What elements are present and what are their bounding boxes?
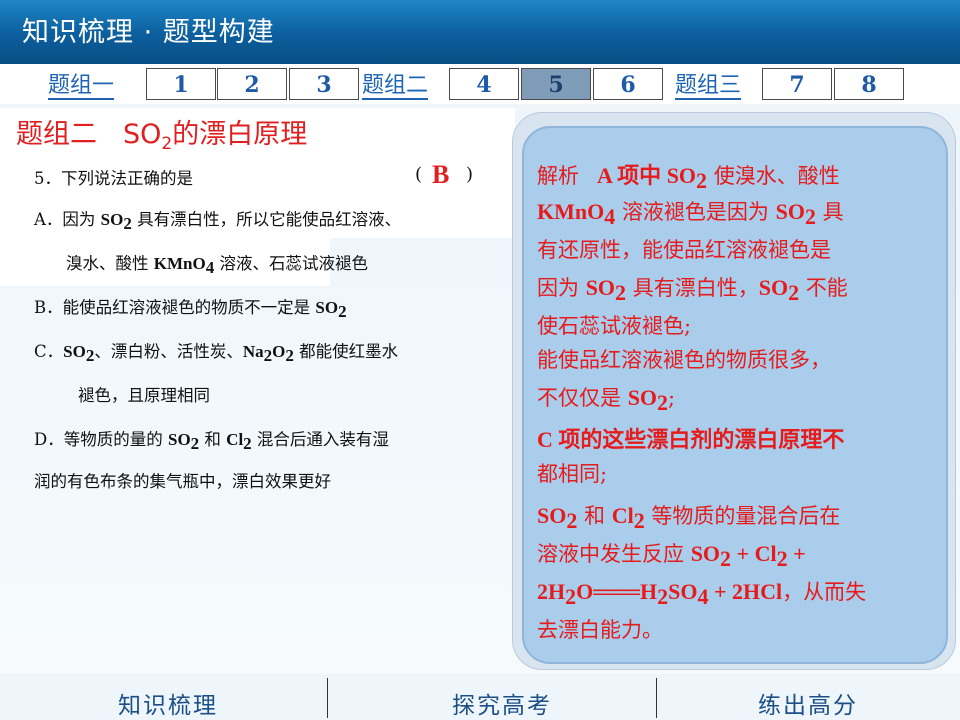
option-a-line1[interactable]: A．因为 SO2 具有漂白性，所以它能使品红溶液、 (34, 206, 401, 234)
analysis-line-6: 能使品红溶液褪色的物质很多， (537, 348, 831, 372)
section-suffix: 的漂白原理 (172, 119, 308, 150)
analysis-line-8: C 项的这些漂白剂的漂白原理不 (537, 427, 845, 452)
section-formula-subscript: 2 (161, 134, 173, 154)
footer-divider-2 (656, 678, 657, 718)
section-formula: SO (123, 119, 162, 150)
analysis-line-4: 因为 SO2 具有漂白性，SO2 不能 (537, 275, 848, 306)
question-button-4[interactable]: 4 (449, 68, 519, 100)
option-c-line2: 褪色，且原理相同 (78, 386, 210, 405)
question-button-6[interactable]: 6 (593, 68, 663, 100)
analysis-line-11: 溶液中发生反应 SO2 + Cl2 + (537, 541, 806, 572)
answer-paren-close: ) (466, 164, 474, 185)
question-button-2[interactable]: 2 (217, 68, 287, 100)
analysis-line-3: 有还原性，能使品红溶液褪色是 (537, 238, 831, 262)
question-button-7[interactable]: 7 (762, 68, 832, 100)
analysis-line-10: SO2 和 Cl2 等物质的量混合后在 (537, 503, 841, 534)
question-button-8[interactable]: 8 (834, 68, 904, 100)
group-one-link[interactable]: 题组一 (48, 74, 115, 100)
question-stem: 5．下列说法正确的是 (34, 165, 193, 189)
analysis-line-12: 2H2O═══H2SO4 + 2HCl，从而失 (537, 579, 867, 610)
group-three-link[interactable]: 题组三 (675, 74, 742, 100)
page-title: 知识梳理 · 题型构建 (22, 17, 275, 48)
group-two-link[interactable]: 题组二 (362, 74, 429, 100)
answer-letter: B (432, 160, 450, 189)
question-button-1[interactable]: 1 (146, 68, 216, 100)
header-bar: 知识梳理 · 题型构建 (0, 0, 960, 62)
option-b[interactable]: B．能使品红溶液褪色的物质不一定是 SO2 (34, 294, 347, 322)
footer-divider-1 (327, 678, 328, 718)
section-title: 题组二 SO2的漂白原理 (16, 112, 307, 154)
question-button-3[interactable]: 3 (289, 68, 359, 100)
analysis-line-5: 使石蕊试液褪色; (537, 314, 692, 338)
analysis-label: 解析 (537, 164, 579, 188)
question-number: 5． (34, 169, 61, 188)
question-button-5[interactable]: 5 (521, 68, 591, 100)
footer-link-practice[interactable]: 练出高分 (758, 686, 858, 720)
analysis-line-7: 不仅仅是 SO2; (537, 385, 676, 416)
question-stem-text: 下列说法正确的是 (61, 169, 193, 188)
analysis-line-2: KMnO4 溶液褪色是因为 SO2 具 (537, 199, 844, 230)
footer-link-knowledge[interactable]: 知识梳理 (118, 686, 218, 720)
option-d-line1[interactable]: D．等物质的量的 SO2 和 Cl2 混合后通入装有湿 (34, 426, 389, 454)
option-a-line2: 溴水、酸性 KMnO4 溶液、石蕊试液褪色 (66, 254, 368, 278)
section-prefix: 题组二 (16, 119, 97, 150)
answer-paren-open: ( (415, 164, 423, 185)
analysis-line-1: 解析 A 项中 SO2 使溴水、酸性 (537, 163, 840, 194)
analysis-line-13: 去漂白能力。 (537, 618, 663, 642)
option-c-line1[interactable]: C．SO2、漂白粉、活性炭、Na2O2 都能使红墨水 (34, 338, 398, 366)
option-d-line2: 润的有色布条的集气瓶中，漂白效果更好 (34, 472, 331, 491)
footer-link-explore[interactable]: 探究高考 (452, 686, 552, 720)
analysis-line-9: 都相同; (537, 462, 608, 486)
question-nav: 题组一 1 2 3 题组二 4 5 6 题组三 7 8 (0, 62, 960, 108)
